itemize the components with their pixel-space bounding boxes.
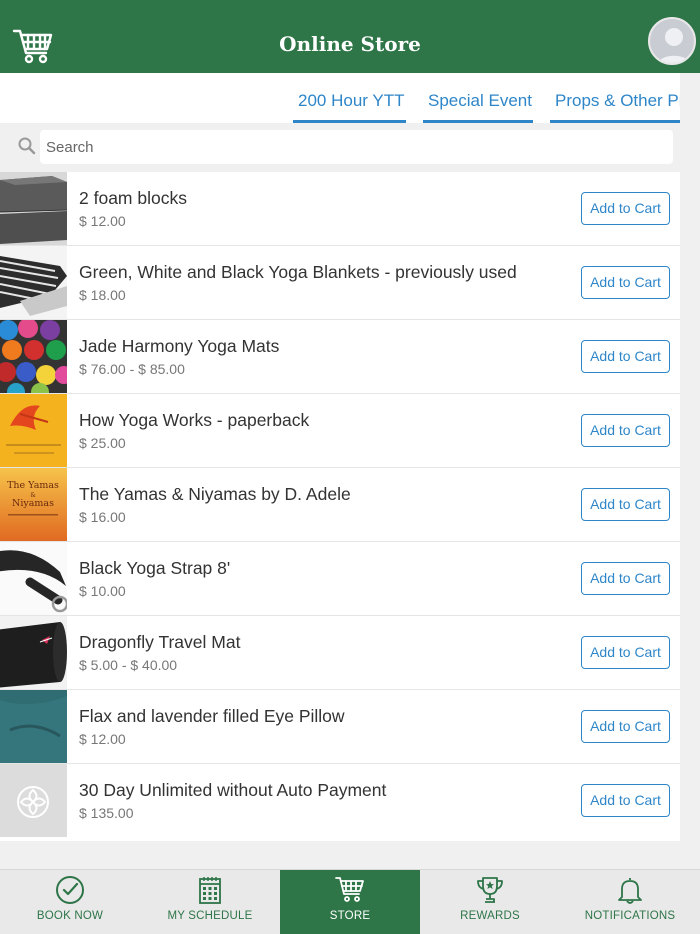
list-item[interactable]: Jade Harmony Yoga Mats $ 76.00 - $ 85.00… — [0, 320, 680, 394]
tab-special-event[interactable]: Special Event — [423, 91, 533, 123]
add-to-cart-button[interactable]: Add to Cart — [581, 414, 670, 447]
product-price: $ 5.00 - $ 40.00 — [79, 657, 178, 673]
product-name: 2 foam blocks — [79, 188, 187, 208]
book-cover-image: The Yamas & Niyamas — [0, 468, 67, 541]
product-name: Jade Harmony Yoga Mats — [79, 336, 280, 356]
list-item[interactable]: Black Yoga Strap 8' $ 10.00 Add to Cart — [0, 542, 680, 616]
bell-icon — [618, 878, 642, 904]
add-to-cart-button[interactable]: Add to Cart — [581, 488, 670, 521]
yoga-blankets-image — [0, 246, 67, 319]
list-item[interactable]: How Yoga Works - paperback $ 25.00 Add t… — [0, 394, 680, 468]
product-price: $ 135.00 — [79, 805, 134, 821]
add-to-cart-button[interactable]: Add to Cart — [581, 636, 670, 669]
nav-label: BOOK NOW — [36, 910, 104, 922]
add-to-cart-button[interactable]: Add to Cart — [581, 340, 670, 373]
check-circle-icon — [56, 876, 84, 904]
search-input[interactable] — [40, 130, 673, 164]
nav-label: STORE — [329, 910, 371, 922]
list-item[interactable]: 30 Day Unlimited without Auto Payment $ … — [0, 764, 680, 841]
product-price: $ 12.00 — [79, 213, 126, 229]
foam-blocks-image — [0, 172, 67, 245]
add-to-cart-button[interactable]: Add to Cart — [581, 710, 670, 743]
book-title-line: The Yamas — [7, 480, 59, 491]
list-item[interactable]: The Yamas & Niyamas The Yamas & Niyamas … — [0, 468, 680, 542]
search-icon — [18, 137, 36, 155]
lotus-placeholder-image — [0, 764, 67, 837]
page-title: Online Store — [279, 32, 421, 56]
user-avatar-icon — [657, 28, 691, 63]
book-title-line: Niyamas — [12, 498, 54, 509]
nav-label: NOTIFICATIONS — [584, 910, 676, 922]
nav-label: MY SCHEDULE — [167, 910, 253, 922]
product-name: Flax and lavender filled Eye Pillow — [79, 706, 345, 726]
list-item[interactable]: 2 foam blocks $ 12.00 Add to Cart — [0, 172, 680, 246]
add-to-cart-button[interactable]: Add to Cart — [581, 266, 670, 299]
calendar-icon — [199, 877, 221, 904]
product-name: Dragonfly Travel Mat — [79, 632, 241, 652]
travel-mat-image — [0, 616, 67, 689]
product-name: Green, White and Black Yoga Blankets - p… — [79, 262, 517, 282]
product-price: $ 25.00 — [79, 435, 126, 451]
search-bar — [0, 123, 680, 171]
eye-pillow-image — [0, 690, 67, 763]
product-name: 30 Day Unlimited without Auto Payment — [79, 780, 387, 800]
cart-icon — [335, 877, 364, 902]
tab-200-hour-ytt[interactable]: 200 Hour YTT — [293, 91, 406, 123]
nav-notifications[interactable]: NOTIFICATIONS — [560, 870, 700, 934]
add-to-cart-button[interactable]: Add to Cart — [581, 192, 670, 225]
category-tabs: 200 Hour YTT Special Event Props & Other… — [0, 73, 680, 123]
nav-rewards[interactable]: REWARDS — [420, 870, 560, 934]
trophy-icon — [477, 877, 503, 903]
nav-label: REWARDS — [460, 910, 520, 922]
avatar[interactable] — [648, 17, 696, 65]
product-name: Black Yoga Strap 8' — [79, 558, 231, 578]
add-to-cart-button[interactable]: Add to Cart — [581, 784, 670, 817]
tab-props-other[interactable]: Props & Other Pr — [550, 91, 680, 123]
list-item[interactable]: Dragonfly Travel Mat $ 5.00 - $ 40.00 Ad… — [0, 616, 680, 690]
yoga-strap-image — [0, 542, 67, 615]
list-item[interactable]: Flax and lavender filled Eye Pillow $ 12… — [0, 690, 680, 764]
nav-my-schedule[interactable]: MY SCHEDULE — [140, 870, 280, 934]
list-item[interactable]: Green, White and Black Yoga Blankets - p… — [0, 246, 680, 320]
nav-book-now[interactable]: BOOK NOW — [0, 870, 140, 934]
product-price: $ 12.00 — [79, 731, 126, 747]
bottom-navigation: BOOK NOW MY SCHEDULE STORE REWARDS NOTIF… — [0, 869, 700, 934]
product-name: The Yamas & Niyamas by D. Adele — [79, 484, 351, 504]
product-name: How Yoga Works - paperback — [79, 410, 310, 430]
product-price: $ 10.00 — [79, 583, 126, 599]
product-list: 2 foam blocks $ 12.00 Add to Cart Green,… — [0, 172, 680, 841]
app-header: Online Store — [0, 0, 700, 73]
book-cover-image — [0, 394, 67, 467]
product-price: $ 18.00 — [79, 287, 126, 303]
add-to-cart-button[interactable]: Add to Cart — [581, 562, 670, 595]
product-price: $ 16.00 — [79, 509, 126, 525]
nav-store[interactable]: STORE — [280, 870, 420, 934]
product-price: $ 76.00 - $ 85.00 — [79, 361, 185, 377]
yoga-mats-image — [0, 320, 67, 393]
